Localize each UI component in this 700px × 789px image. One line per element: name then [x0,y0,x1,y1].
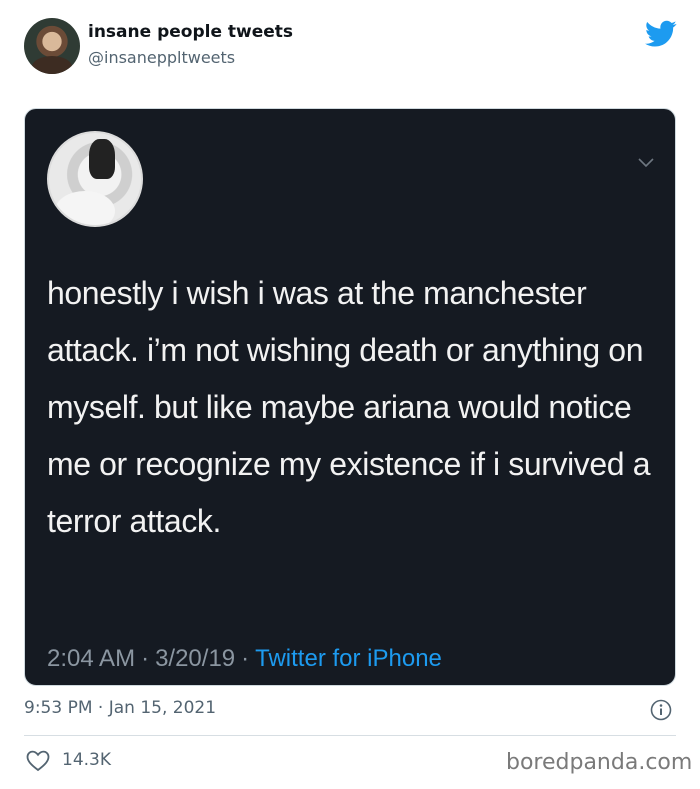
embedded-tweet-meta: 2:04 AM · 3/20/19 · Twitter for iPhone [47,645,442,673]
embedded-tweet-date: 3/20/19 [155,645,236,672]
info-icon[interactable] [650,699,672,721]
watermark: boredpanda.com [506,750,693,775]
embedded-tweet-text: honestly i wish i was at the manchester … [47,275,651,539]
tweet-timestamp[interactable]: 9:53 PM · Jan 15, 2021 [24,698,216,718]
embedded-tweet-source: Twitter for iPhone [255,645,442,672]
divider [24,735,676,736]
like-count[interactable]: 14.3K [62,750,111,770]
author-avatar[interactable] [24,18,80,74]
meta-separator: · [241,645,250,672]
twitter-bird-icon[interactable] [645,20,677,48]
embedded-tweet-time: 2:04 AM [47,645,136,672]
heart-icon[interactable] [26,750,50,772]
meta-separator: · [141,645,150,672]
embedded-author-avatar [47,131,143,227]
chevron-down-icon [638,158,654,168]
tweet-header: insane people tweets @insanеppltweets [0,0,700,100]
author-handle[interactable]: @insanеppltweets [88,48,235,67]
author-display-name[interactable]: insane people tweets [88,22,293,42]
embedded-tweet-screenshot: honestly i wish i was at the manchester … [24,108,676,686]
